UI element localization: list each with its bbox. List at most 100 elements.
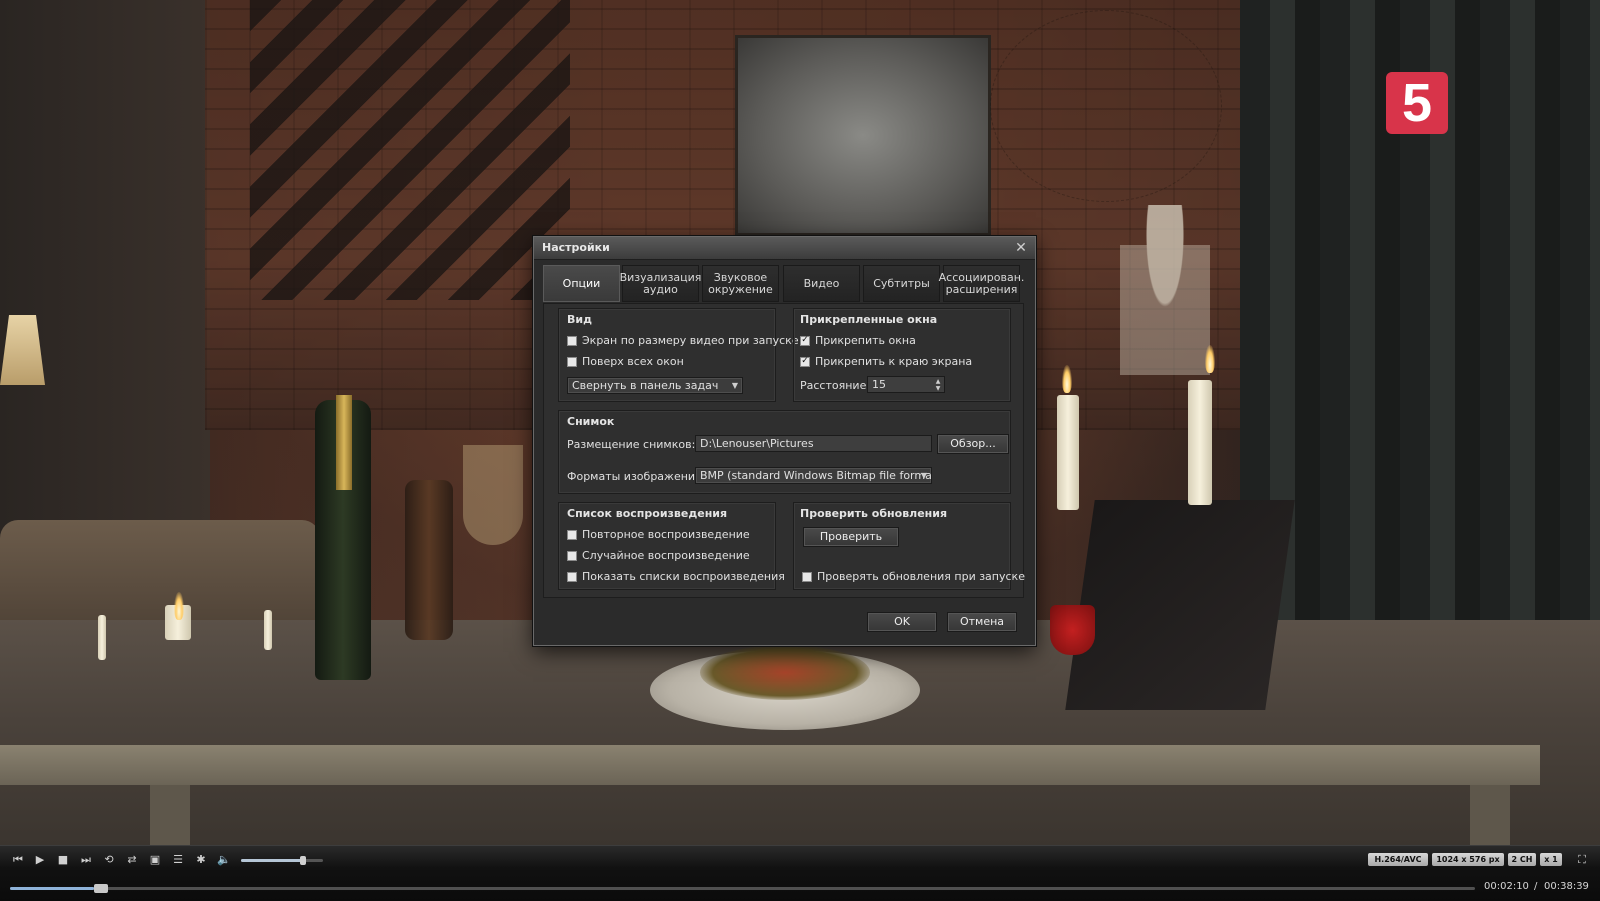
next-icon[interactable]: ⏭ (78, 852, 94, 868)
dock-edge-option[interactable]: ✓ Прикрепить к краю экрана (800, 355, 972, 368)
stop-icon[interactable]: ■ (55, 852, 71, 868)
scene-photo-frame (1065, 500, 1295, 710)
dock-windows-checkbox[interactable]: ✓ (800, 335, 810, 346)
distance-value: 15 (872, 378, 886, 391)
distance-spinbox[interactable]: 15 ▲ ▼ (867, 376, 945, 393)
resolution-badge: 1024 x 576 px (1432, 853, 1504, 866)
speed-badge: x 1 (1540, 853, 1562, 866)
dock-windows-label: Прикрепить окна (815, 334, 916, 347)
repeat-icon[interactable]: ⟲ (101, 852, 117, 868)
fit-to-video-label: Экран по размеру видео при запуске (582, 334, 799, 347)
seek-knob[interactable] (93, 884, 108, 893)
tab-subtitles[interactable]: Субтитры (863, 265, 940, 302)
spin-arrows-icon[interactable]: ▲ ▼ (933, 377, 943, 392)
volume-fill (241, 859, 303, 862)
fit-to-video-checkbox[interactable] (567, 335, 577, 346)
cancel-button[interactable]: Отмена (947, 612, 1017, 632)
snapshot-group: Снимок Размещение снимков: D:\Lenouser\P… (558, 410, 1011, 494)
fullscreen-icon[interactable]: ⛶ (1574, 852, 1590, 868)
tab-bar: Опции Визуализация аудио Звуковое окруже… (543, 265, 1024, 303)
scene-wall-clock (990, 10, 1222, 202)
chevron-down-icon: ▼ (731, 381, 738, 390)
settings-dialog: Настройки ✕ Опции Визуализация аудио Зву… (533, 236, 1036, 646)
minimize-select-value: Свернуть в панель задач (572, 379, 719, 392)
repeat-label: Повторное воспроизведение (582, 528, 750, 541)
view-group: Вид Экран по размеру видео при запуске П… (558, 308, 799, 402)
shuffle-checkbox[interactable] (567, 550, 577, 561)
repeat-option[interactable]: Повторное воспроизведение (567, 528, 750, 541)
scene-candle-flame (1062, 365, 1072, 393)
playlist-icon[interactable]: ☰ (170, 852, 186, 868)
scene-stairs (250, 0, 570, 300)
updates-group: Проверить обновления Проверить Проверять… (793, 502, 1025, 590)
scene-candle-flame (174, 592, 184, 620)
scene-wine-glass (463, 445, 523, 545)
shuffle-option[interactable]: Случайное воспроизведение (567, 549, 750, 562)
snapshot-location-input[interactable]: D:\Lenouser\Pictures (695, 435, 932, 452)
show-playlists-checkbox[interactable] (567, 571, 577, 582)
channels-badge: 2 CH (1508, 853, 1536, 866)
scene-candle (1188, 380, 1212, 505)
ok-button[interactable]: OK (867, 612, 937, 632)
volume-slider[interactable] (241, 856, 323, 865)
dialog-title: Настройки (542, 241, 610, 254)
check-on-start-option[interactable]: Проверять обновления при запуске (802, 570, 1025, 583)
dock-windows-option[interactable]: ✓ Прикрепить окна (800, 334, 916, 347)
shuffle-icon[interactable]: ⇄ (124, 852, 140, 868)
view-group-title: Вид (567, 313, 592, 326)
time-current: 00:02:10 (1484, 881, 1529, 892)
close-icon[interactable]: ✕ (1013, 240, 1029, 256)
volume-icon[interactable]: 🔈 (216, 852, 232, 868)
dock-edge-checkbox[interactable]: ✓ (800, 356, 810, 367)
repeat-checkbox[interactable] (567, 529, 577, 540)
scene-table-leg (1470, 785, 1510, 845)
prev-icon[interactable]: ⏮ (10, 852, 26, 868)
check-updates-button[interactable]: Проверить (803, 527, 899, 547)
playlist-group: Список воспроизведения Повторное воспрои… (558, 502, 785, 590)
scene-table-edge (0, 745, 1540, 785)
tab-audio-visualization[interactable]: Визуализация аудио (620, 265, 701, 302)
distance-label: Расстояние: (800, 379, 871, 392)
time-total: 00:38:39 (1544, 881, 1589, 892)
image-format-select[interactable]: BMP (standard Windows Bitmap file format… (695, 467, 932, 484)
docked-windows-title: Прикрепленные окна (800, 313, 938, 326)
codec-badge: H.264/AVC (1368, 853, 1428, 866)
tab-options[interactable]: Опции (543, 265, 620, 302)
check-on-start-checkbox[interactable] (802, 571, 812, 582)
always-on-top-label: Поверх всех окон (582, 355, 684, 368)
updates-group-title: Проверить обновления (800, 507, 948, 520)
playlist-group-title: Список воспроизведения (567, 507, 728, 520)
show-playlists-label: Показать списки воспроизведения (582, 570, 785, 583)
time-separator: / (1534, 881, 1538, 892)
show-playlists-option[interactable]: Показать списки воспроизведения (567, 570, 785, 583)
scene-candle-flame (1205, 345, 1215, 373)
fit-to-video-option[interactable]: Экран по размеру видео при запуске (567, 334, 799, 347)
snapshot-location-label: Размещение снимков: (567, 438, 696, 451)
always-on-top-checkbox[interactable] (567, 356, 577, 367)
image-format-label: Форматы изображений: (567, 470, 706, 483)
snapshot-group-title: Снимок (567, 415, 615, 428)
player-control-bar: ⏮ ▶ ■ ⏭ ⟲ ⇄ ▣ ☰ ✱ 🔈 H.264/AVC 1024 x 576… (0, 845, 1600, 901)
dialog-title-bar[interactable]: Настройки ✕ (534, 237, 1035, 260)
snapshot-icon[interactable]: ▣ (147, 852, 163, 868)
play-icon[interactable]: ▶ (32, 852, 48, 868)
seek-fill (10, 887, 94, 890)
settings-icon[interactable]: ✱ (193, 852, 209, 868)
scene-bottle-neck (336, 395, 352, 490)
volume-knob[interactable] (299, 856, 306, 865)
scene-decanter (405, 480, 453, 640)
snapshot-location-value: D:\Lenouser\Pictures (700, 437, 814, 450)
browse-button[interactable]: Обзор... (937, 434, 1009, 454)
tab-video[interactable]: Видео (783, 265, 860, 302)
minimize-select[interactable]: Свернуть в панель задач ▼ (567, 377, 743, 394)
dock-edge-label: Прикрепить к краю экрана (815, 355, 973, 368)
scene-salad (700, 645, 870, 700)
chevron-down-icon: ▼ (920, 471, 927, 480)
tab-sound-environment[interactable]: Звуковое окружение (702, 265, 779, 302)
seek-bar[interactable] (10, 884, 1475, 893)
scene-candle (98, 615, 106, 660)
always-on-top-option[interactable]: Поверх всех окон (567, 355, 684, 368)
tab-file-associations[interactable]: Ассоциирован. расширения (939, 265, 1024, 302)
scene-skeleton (1120, 205, 1210, 405)
scene-painting (735, 35, 991, 236)
